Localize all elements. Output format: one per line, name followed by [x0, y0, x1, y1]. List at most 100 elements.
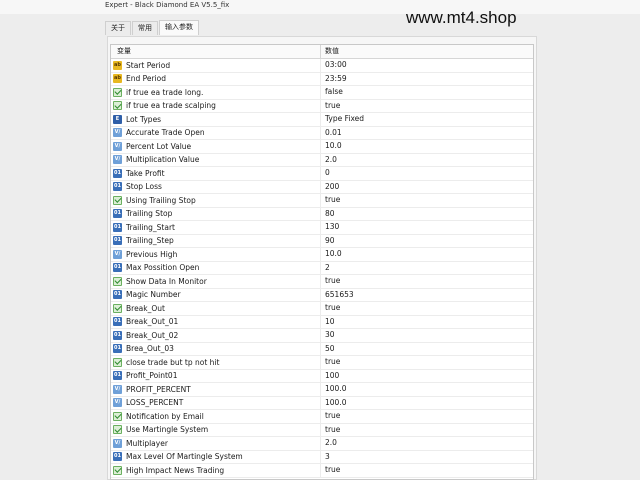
- table-row[interactable]: High Impact News Trading true: [111, 464, 533, 478]
- integer-type-icon: 01: [113, 452, 122, 462]
- boolean-type-icon: [113, 195, 122, 205]
- table-row[interactable]: 01 Trailing_Step 90: [111, 234, 533, 248]
- parameter-name: Accurate Trade Open: [126, 128, 205, 138]
- parameter-value[interactable]: 200: [321, 181, 533, 194]
- table-row[interactable]: V/PROFIT_PERCENT 100.0: [111, 383, 533, 397]
- parameter-name-cell: 01 Stop Loss: [111, 180, 321, 193]
- parameter-name: Notification by Email: [126, 411, 204, 421]
- table-row[interactable]: 01 Max Possition Open 2: [111, 261, 533, 275]
- parameter-value[interactable]: 90: [321, 235, 533, 248]
- parameter-value[interactable]: 23:59: [321, 73, 533, 86]
- table-row[interactable]: V/LOSS_PERCENT 100.0: [111, 396, 533, 410]
- table-row[interactable]: 01 Stop Loss 200: [111, 180, 533, 194]
- grid-rows: ab Start Period 03:00 ab End Period 23:59 if t…: [111, 59, 533, 478]
- parameter-value[interactable]: 2.0: [321, 154, 533, 167]
- tab-bar: 关于 常用 输入参数: [105, 20, 200, 35]
- parameter-name: Brea_Out_03: [126, 344, 174, 354]
- table-row[interactable]: 01 Trailing Stop 80: [111, 207, 533, 221]
- table-row[interactable]: E Lot Types Type Fixed: [111, 113, 533, 127]
- table-row[interactable]: close trade but tp not hit true: [111, 356, 533, 370]
- parameter-name: Max Possition Open: [126, 263, 200, 273]
- parameter-value[interactable]: 2: [321, 262, 533, 275]
- tab-common[interactable]: 常用: [132, 21, 158, 35]
- table-row[interactable]: Use Martingle System true: [111, 423, 533, 437]
- table-row[interactable]: 01 Break_Out_02 30: [111, 329, 533, 343]
- parameter-value[interactable]: 651653: [321, 289, 533, 302]
- parameter-name-cell: V/Accurate Trade Open: [111, 126, 321, 139]
- parameter-name: LOSS_PERCENT: [126, 398, 184, 408]
- parameter-name-cell: 01 Profit_Point01: [111, 369, 321, 382]
- parameter-name: close trade but tp not hit: [126, 357, 220, 367]
- parameter-name: Multiplication Value: [126, 155, 200, 165]
- integer-type-icon: 01: [113, 182, 122, 192]
- table-row[interactable]: V/Multiplication Value 2.0: [111, 153, 533, 167]
- table-row[interactable]: 01 Max Level Of Martingle System 3: [111, 450, 533, 464]
- table-row[interactable]: 01 Profit_Point01 100: [111, 369, 533, 383]
- table-row[interactable]: if true ea trade scalping true: [111, 99, 533, 113]
- table-row[interactable]: Notification by Email true: [111, 410, 533, 424]
- parameter-name: Break_Out_01: [126, 317, 179, 327]
- parameter-value[interactable]: true: [321, 275, 533, 288]
- table-row[interactable]: if true ea trade long. false: [111, 86, 533, 100]
- table-row[interactable]: ab Start Period 03:00: [111, 59, 533, 73]
- table-row[interactable]: 01 Break_Out_01 10: [111, 315, 533, 329]
- double-type-icon: V/: [113, 398, 122, 408]
- parameter-name-cell: 01 Break_Out_01: [111, 315, 321, 328]
- parameter-name: if true ea trade scalping: [126, 101, 216, 111]
- parameter-name-cell: 01 Take Profit: [111, 167, 321, 180]
- table-row[interactable]: 01 Brea_Out_03 50: [111, 342, 533, 356]
- parameter-value[interactable]: 0.01: [321, 127, 533, 140]
- parameter-value[interactable]: 2.0: [321, 437, 533, 450]
- double-type-icon: V/: [113, 141, 122, 151]
- integer-type-icon: 01: [113, 222, 122, 232]
- parameter-value[interactable]: 03:00: [321, 59, 533, 72]
- table-row[interactable]: V/Accurate Trade Open 0.01: [111, 126, 533, 140]
- table-row[interactable]: 01 Magic Number 651653: [111, 288, 533, 302]
- tab-about[interactable]: 关于: [105, 21, 131, 35]
- parameter-value[interactable]: 10.0: [321, 140, 533, 153]
- parameter-name: High Impact News Trading: [126, 465, 225, 475]
- parameter-name-cell: if true ea trade long.: [111, 86, 321, 99]
- parameter-value[interactable]: 10: [321, 316, 533, 329]
- parameter-name-cell: 01 Trailing_Step: [111, 234, 321, 247]
- parameter-value[interactable]: true: [321, 100, 533, 113]
- parameter-value[interactable]: 3: [321, 451, 533, 464]
- parameter-value[interactable]: true: [321, 464, 533, 477]
- column-header-value[interactable]: 数值: [321, 45, 533, 58]
- parameter-value[interactable]: 0: [321, 167, 533, 180]
- parameter-value[interactable]: 50: [321, 343, 533, 356]
- table-row[interactable]: V/Previous High 10.0: [111, 248, 533, 262]
- table-row[interactable]: V/Percent Lot Value 10.0: [111, 140, 533, 154]
- parameter-value[interactable]: 100.0: [321, 397, 533, 410]
- parameter-value[interactable]: Type Fixed: [321, 113, 533, 126]
- parameter-value[interactable]: true: [321, 194, 533, 207]
- table-row[interactable]: Break_Out true: [111, 302, 533, 316]
- parameter-value[interactable]: 100: [321, 370, 533, 383]
- parameter-value[interactable]: 10.0: [321, 248, 533, 261]
- watermark: www.mt4.shop: [406, 8, 517, 27]
- parameter-value[interactable]: true: [321, 410, 533, 423]
- parameter-value[interactable]: 30: [321, 329, 533, 342]
- table-row[interactable]: 01 Trailing_Start 130: [111, 221, 533, 235]
- table-row[interactable]: Show Data In Monitor true: [111, 275, 533, 289]
- parameter-value[interactable]: true: [321, 356, 533, 369]
- column-header-variable[interactable]: 变量: [111, 45, 321, 58]
- integer-type-icon: 01: [113, 236, 122, 246]
- parameter-name-cell: E Lot Types: [111, 113, 321, 126]
- parameter-value[interactable]: 80: [321, 208, 533, 221]
- parameter-value[interactable]: 100.0: [321, 383, 533, 396]
- table-row[interactable]: Using Trailing Stop true: [111, 194, 533, 208]
- double-type-icon: V/: [113, 128, 122, 138]
- parameter-value[interactable]: true: [321, 302, 533, 315]
- double-type-icon: V/: [113, 384, 122, 394]
- window-title: Expert - Black Diamond EA V5.5_fix: [105, 1, 230, 9]
- parameter-name-cell: Using Trailing Stop: [111, 194, 321, 207]
- parameter-value[interactable]: true: [321, 424, 533, 437]
- table-row[interactable]: 01 Take Profit 0: [111, 167, 533, 181]
- parameter-value[interactable]: 130: [321, 221, 533, 234]
- parameter-name-cell: 01 Max Level Of Martingle System: [111, 450, 321, 463]
- table-row[interactable]: ab End Period 23:59: [111, 72, 533, 86]
- tab-inputs[interactable]: 输入参数: [159, 20, 199, 35]
- table-row[interactable]: V/Multiplayer 2.0: [111, 437, 533, 451]
- parameter-value[interactable]: false: [321, 86, 533, 99]
